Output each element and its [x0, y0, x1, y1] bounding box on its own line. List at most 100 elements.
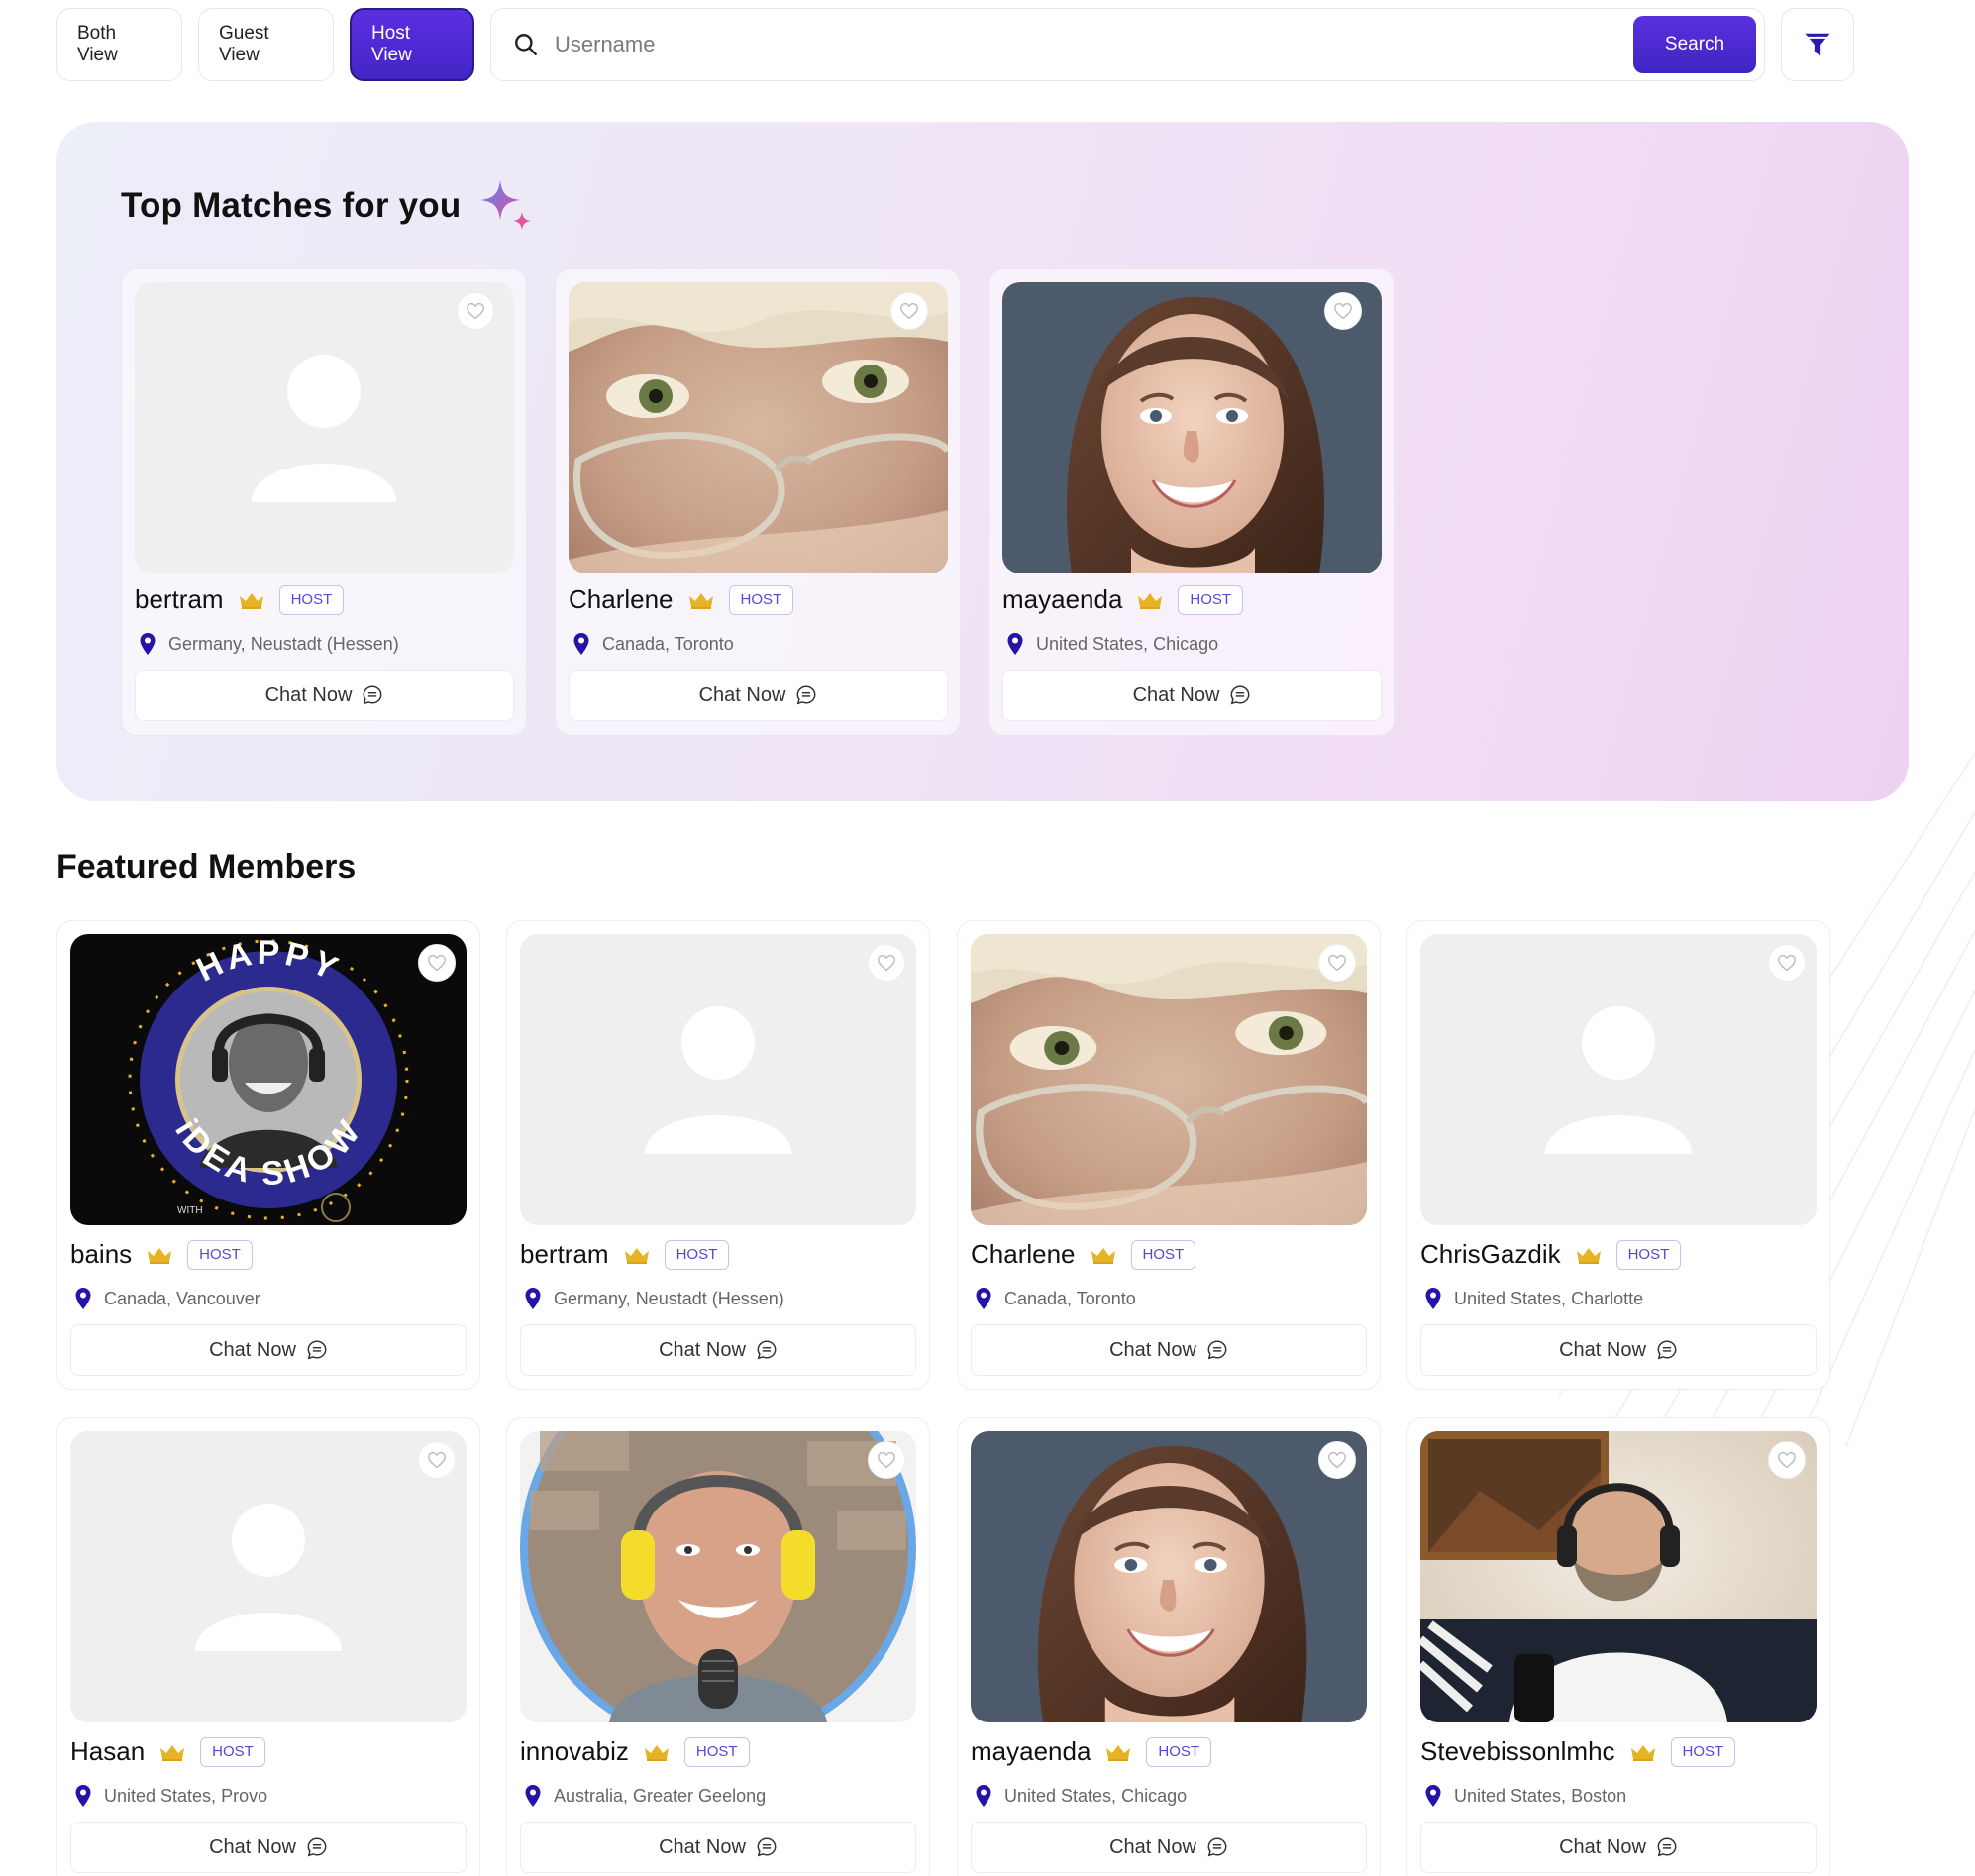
member-location: Germany, Neustadt (Hessen): [168, 633, 399, 654]
heart-icon: [1778, 1451, 1796, 1469]
member-location: Canada, Toronto: [1004, 1288, 1136, 1308]
heart-icon: [1334, 302, 1352, 320]
profile-photo: [569, 282, 948, 573]
profile-photo-placeholder: [1420, 934, 1817, 1225]
default-avatar-icon: [520, 934, 916, 1225]
chat-bubble-icon: [1657, 1837, 1677, 1857]
favorite-heart-button[interactable]: [1768, 944, 1806, 982]
location-pin-icon: [1007, 633, 1023, 655]
location-pin-icon: [1425, 1785, 1441, 1807]
member-location: United States, Chicago: [1004, 1785, 1188, 1806]
favorite-heart-button[interactable]: [1318, 1441, 1356, 1479]
profile-photo: [971, 934, 1367, 1225]
profile-photo: [1420, 1431, 1817, 1722]
chat-now-label: Chat Now: [698, 683, 786, 706]
favorite-heart-button[interactable]: [1324, 292, 1362, 330]
member-card: Hasan HOST United States, Provo Chat Now: [56, 1417, 480, 1876]
chat-now-button[interactable]: Chat Now: [70, 1822, 467, 1873]
username-search-input[interactable]: [555, 32, 1633, 57]
eyes-glasses-photo: [569, 282, 948, 573]
host-badge: HOST: [728, 584, 794, 615]
chat-now-label: Chat Now: [1559, 1338, 1646, 1361]
location-pin-icon: [525, 1288, 541, 1309]
default-avatar-icon: [1420, 934, 1817, 1225]
filter-icon: [1805, 33, 1830, 56]
favorite-heart-button[interactable]: [418, 1441, 456, 1479]
default-avatar-icon: [70, 1431, 467, 1722]
member-name[interactable]: ChrisGazdik: [1420, 1239, 1561, 1270]
member-name[interactable]: Stevebissonlmhc: [1420, 1736, 1615, 1767]
smiling-woman-photo: [1002, 282, 1382, 573]
location-pin-icon: [976, 1288, 991, 1309]
chat-now-button[interactable]: Chat Now: [135, 670, 514, 721]
member-location: Canada, Toronto: [602, 633, 734, 654]
favorite-heart-button[interactable]: [890, 292, 928, 330]
location-pin-icon: [525, 1785, 541, 1807]
chat-bubble-icon: [307, 1837, 327, 1857]
crown-icon: [1091, 1247, 1115, 1264]
host-badge: HOST: [1130, 1239, 1196, 1270]
chat-now-button[interactable]: Chat Now: [520, 1324, 916, 1376]
member-name[interactable]: innovabiz: [520, 1736, 629, 1767]
chat-now-button[interactable]: Chat Now: [971, 1324, 1367, 1376]
search-button[interactable]: Search: [1633, 16, 1756, 73]
both-view-button[interactable]: Both View: [56, 8, 182, 81]
crown-icon: [1138, 592, 1163, 609]
chat-now-label: Chat Now: [659, 1338, 746, 1361]
favorite-heart-button[interactable]: [868, 1441, 905, 1479]
host-badge: HOST: [278, 584, 345, 615]
favorite-heart-button[interactable]: [1318, 944, 1356, 982]
chat-now-button[interactable]: Chat Now: [1420, 1822, 1817, 1873]
member-name[interactable]: Charlene: [569, 584, 674, 615]
filter-button[interactable]: [1781, 8, 1854, 81]
member-name[interactable]: bertram: [135, 584, 224, 615]
crown-icon: [688, 592, 713, 609]
location-pin-icon: [1425, 1288, 1441, 1309]
favorite-heart-button[interactable]: [457, 292, 494, 330]
favorite-heart-button[interactable]: [418, 944, 456, 982]
chat-now-label: Chat Now: [1559, 1835, 1646, 1858]
chat-bubble-icon: [796, 685, 816, 705]
profile-photo: [1002, 282, 1382, 573]
chat-now-button[interactable]: Chat Now: [70, 1324, 467, 1376]
favorite-heart-button[interactable]: [1768, 1441, 1806, 1479]
chat-now-button[interactable]: Chat Now: [520, 1822, 916, 1873]
member-name[interactable]: bains: [70, 1239, 132, 1270]
member-card: HAPPY iDEA SHOW WITH bains HOST Canada, …: [56, 920, 480, 1390]
chat-now-button[interactable]: Chat Now: [1002, 670, 1382, 721]
profile-photo-placeholder: [520, 934, 916, 1225]
member-name[interactable]: Hasan: [70, 1736, 145, 1767]
crown-icon: [160, 1744, 185, 1761]
chat-now-button[interactable]: Chat Now: [971, 1822, 1367, 1873]
member-name[interactable]: Charlene: [971, 1239, 1076, 1270]
profile-photo: [520, 1431, 916, 1722]
chat-bubble-icon: [307, 1340, 327, 1360]
member-card: mayaenda HOST United States, Chicago Cha…: [957, 1417, 1381, 1876]
host-view-button[interactable]: Host View: [350, 8, 474, 81]
crown-icon: [1630, 1744, 1655, 1761]
location-pin-icon: [140, 633, 156, 655]
chat-now-label: Chat Now: [264, 683, 353, 706]
member-name[interactable]: mayaenda: [1002, 584, 1122, 615]
default-avatar-icon: [135, 282, 514, 573]
chat-now-button[interactable]: Chat Now: [1420, 1324, 1817, 1376]
chat-bubble-icon: [1207, 1837, 1227, 1857]
heart-icon: [467, 302, 484, 320]
profile-photo-placeholder: [70, 1431, 467, 1722]
chat-now-label: Chat Now: [1132, 683, 1220, 706]
chat-now-label: Chat Now: [1109, 1338, 1196, 1361]
member-name[interactable]: bertram: [520, 1239, 609, 1270]
profile-photo-placeholder: [135, 282, 514, 573]
favorite-heart-button[interactable]: [868, 944, 905, 982]
guest-view-button[interactable]: Guest View: [198, 8, 334, 81]
heart-icon: [878, 1451, 895, 1469]
host-badge: HOST: [1178, 584, 1244, 615]
member-name[interactable]: mayaenda: [971, 1736, 1091, 1767]
bearded-man-headphones-photo: [1420, 1431, 1817, 1722]
eyes-glasses-photo: [971, 934, 1367, 1225]
crown-icon: [644, 1744, 669, 1761]
chat-now-button[interactable]: Chat Now: [569, 670, 948, 721]
search-icon: [515, 34, 537, 55]
location-pin-icon: [75, 1288, 91, 1309]
chat-now-label: Chat Now: [209, 1338, 296, 1361]
